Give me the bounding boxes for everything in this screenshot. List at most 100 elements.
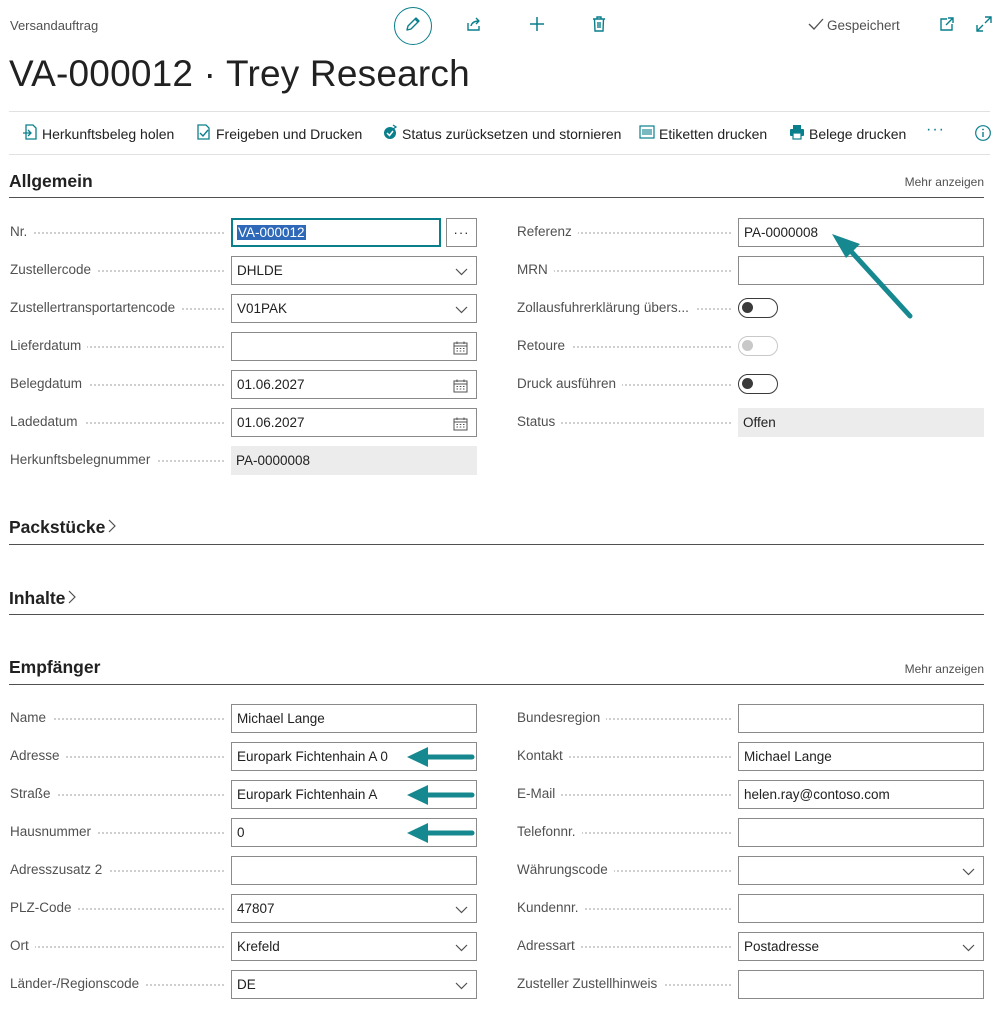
email-input[interactable]: helen.ray@contoso.com [738,780,984,809]
nr-assist-button[interactable]: ··· [446,218,477,247]
chevron-right-icon [107,517,117,538]
field-label-delivery-date: Lieferdatum [10,338,224,353]
print-labels-action[interactable]: Etiketten drucken [639,124,767,143]
document-date-input[interactable]: 01.06.2027 [231,370,477,399]
top-bar: Versandauftrag Gespeichert [0,0,999,54]
field-label-email: E-Mail [517,786,731,801]
street-input[interactable]: Europark Fichtenhain A [231,780,477,809]
field-label-county: Bundesregion [517,710,731,725]
chevron-down-icon [455,265,468,281]
field-label-loading-date: Ladedatum [10,414,224,429]
chevron-down-icon [455,903,468,919]
carrier-delivery-note-input[interactable] [738,970,984,999]
printer-icon [789,124,805,143]
reference-input[interactable]: PA-0000008 [738,218,984,247]
recipient-section-header: Empfänger Mehr anzeigen [9,654,984,685]
recipient-section-title[interactable]: Empfänger [9,657,100,678]
field-label-address: Adresse [10,748,224,763]
edit-button[interactable] [394,7,432,45]
field-label-address-type: Adressart [517,938,731,953]
general-show-more-link[interactable]: Mehr anzeigen [905,175,984,189]
field-label-source-document-no: Herkunftsbelegnummer [10,452,224,467]
phone-input[interactable] [738,818,984,847]
packages-section-header: Packstücke [9,513,984,545]
calendar-icon[interactable] [453,341,468,358]
calendar-icon[interactable] [453,379,468,396]
customs-export-toggle[interactable] [738,298,778,318]
expand-icon [975,15,993,38]
release-and-print-action[interactable]: Freigeben und Drucken [196,124,362,143]
action-label: Status zurücksetzen und stornieren [402,125,622,142]
field-label-mrn: MRN [517,262,731,277]
expand-button[interactable] [972,14,996,38]
field-label-nr: Nr. [10,224,224,239]
delivery-date-input[interactable] [231,332,477,361]
field-label-reference: Referenz [517,224,731,239]
print-documents-action[interactable]: Belege drucken [789,124,906,143]
name-input[interactable]: Michael Lange [231,704,477,733]
house-number-input[interactable]: 0 [231,818,477,847]
field-label-name: Name [10,710,224,725]
execute-print-toggle[interactable] [738,374,778,394]
currency-code-select[interactable] [738,856,984,885]
customer-no-input[interactable] [738,894,984,923]
packages-section-title[interactable]: Packstücke [9,517,117,538]
get-source-document-action[interactable]: Herkunftsbeleg holen [22,124,174,143]
city-select[interactable]: Krefeld [231,932,477,961]
address-input[interactable]: Europark Fichtenhain A 0 [231,742,477,771]
field-label-address-2: Adresszusatz 2 [10,862,224,877]
transport-type-code-select[interactable]: V01PAK [231,294,477,323]
action-bar: Herkunftsbeleg holen Freigeben und Druck… [9,111,992,155]
action-label: Herkunftsbeleg holen [42,125,175,142]
info-icon[interactable] [974,124,992,147]
source-document-no-value: PA-0000008 [231,446,477,475]
recipient-show-more-link[interactable]: Mehr anzeigen [905,662,984,676]
open-in-new-window-icon [938,15,956,38]
saved-label: Gespeichert [827,18,900,33]
plus-icon [528,15,546,38]
status-value: Offen [738,408,984,437]
return-toggle [738,336,778,356]
action-label: Etiketten drucken [659,125,768,142]
delete-button[interactable] [587,14,611,38]
field-label-customs-export: Zollausfuhrerklärung übers... [517,300,731,315]
general-section-header: Allgemein Mehr anzeigen [9,168,984,198]
mrn-input[interactable] [738,256,984,285]
field-label-contact: Kontakt [517,748,731,763]
toggle-knob [742,378,753,389]
nr-input[interactable]: VA-000012 [231,218,441,247]
get-document-icon [22,124,38,143]
chevron-down-icon [455,979,468,995]
address-2-input[interactable] [231,856,477,885]
field-label-document-date: Belegdatum [10,376,224,391]
county-input[interactable] [738,704,984,733]
contents-section-header: Inhalte [9,584,984,615]
calendar-icon[interactable] [453,417,468,434]
page-title: VA-000012 · Trey Research [9,53,470,94]
contact-input[interactable]: Michael Lange [738,742,984,771]
trash-icon [590,15,608,38]
field-label-post-code: PLZ-Code [10,900,224,915]
new-button[interactable] [525,14,549,38]
field-label-execute-print: Druck ausführen [517,376,731,391]
field-label-city: Ort [10,938,224,953]
loading-date-input[interactable]: 01.06.2027 [231,408,477,437]
field-label-status: Status [517,414,731,429]
release-document-icon [196,124,212,143]
field-label-customer-no: Kundennr. [517,900,731,915]
country-code-select[interactable]: DE [231,970,477,999]
contents-section-title[interactable]: Inhalte [9,588,77,609]
open-new-window-button[interactable] [935,14,959,38]
chevron-right-icon [67,588,77,609]
reset-status-cancel-action[interactable]: Status zurücksetzen und stornieren [382,124,621,143]
saved-status: Gespeichert [808,17,900,34]
address-type-select[interactable]: Postadresse [738,932,984,961]
field-label-country-code: Länder-/Regionscode [10,976,224,991]
barcode-icon [639,124,655,143]
share-button[interactable] [462,14,486,38]
general-section-title[interactable]: Allgemein [9,171,93,192]
more-actions-button[interactable]: ··· [926,121,945,139]
checkmark-icon [808,17,824,34]
post-code-select[interactable]: 47807 [231,894,477,923]
carrier-code-select[interactable]: DHLDE [231,256,477,285]
